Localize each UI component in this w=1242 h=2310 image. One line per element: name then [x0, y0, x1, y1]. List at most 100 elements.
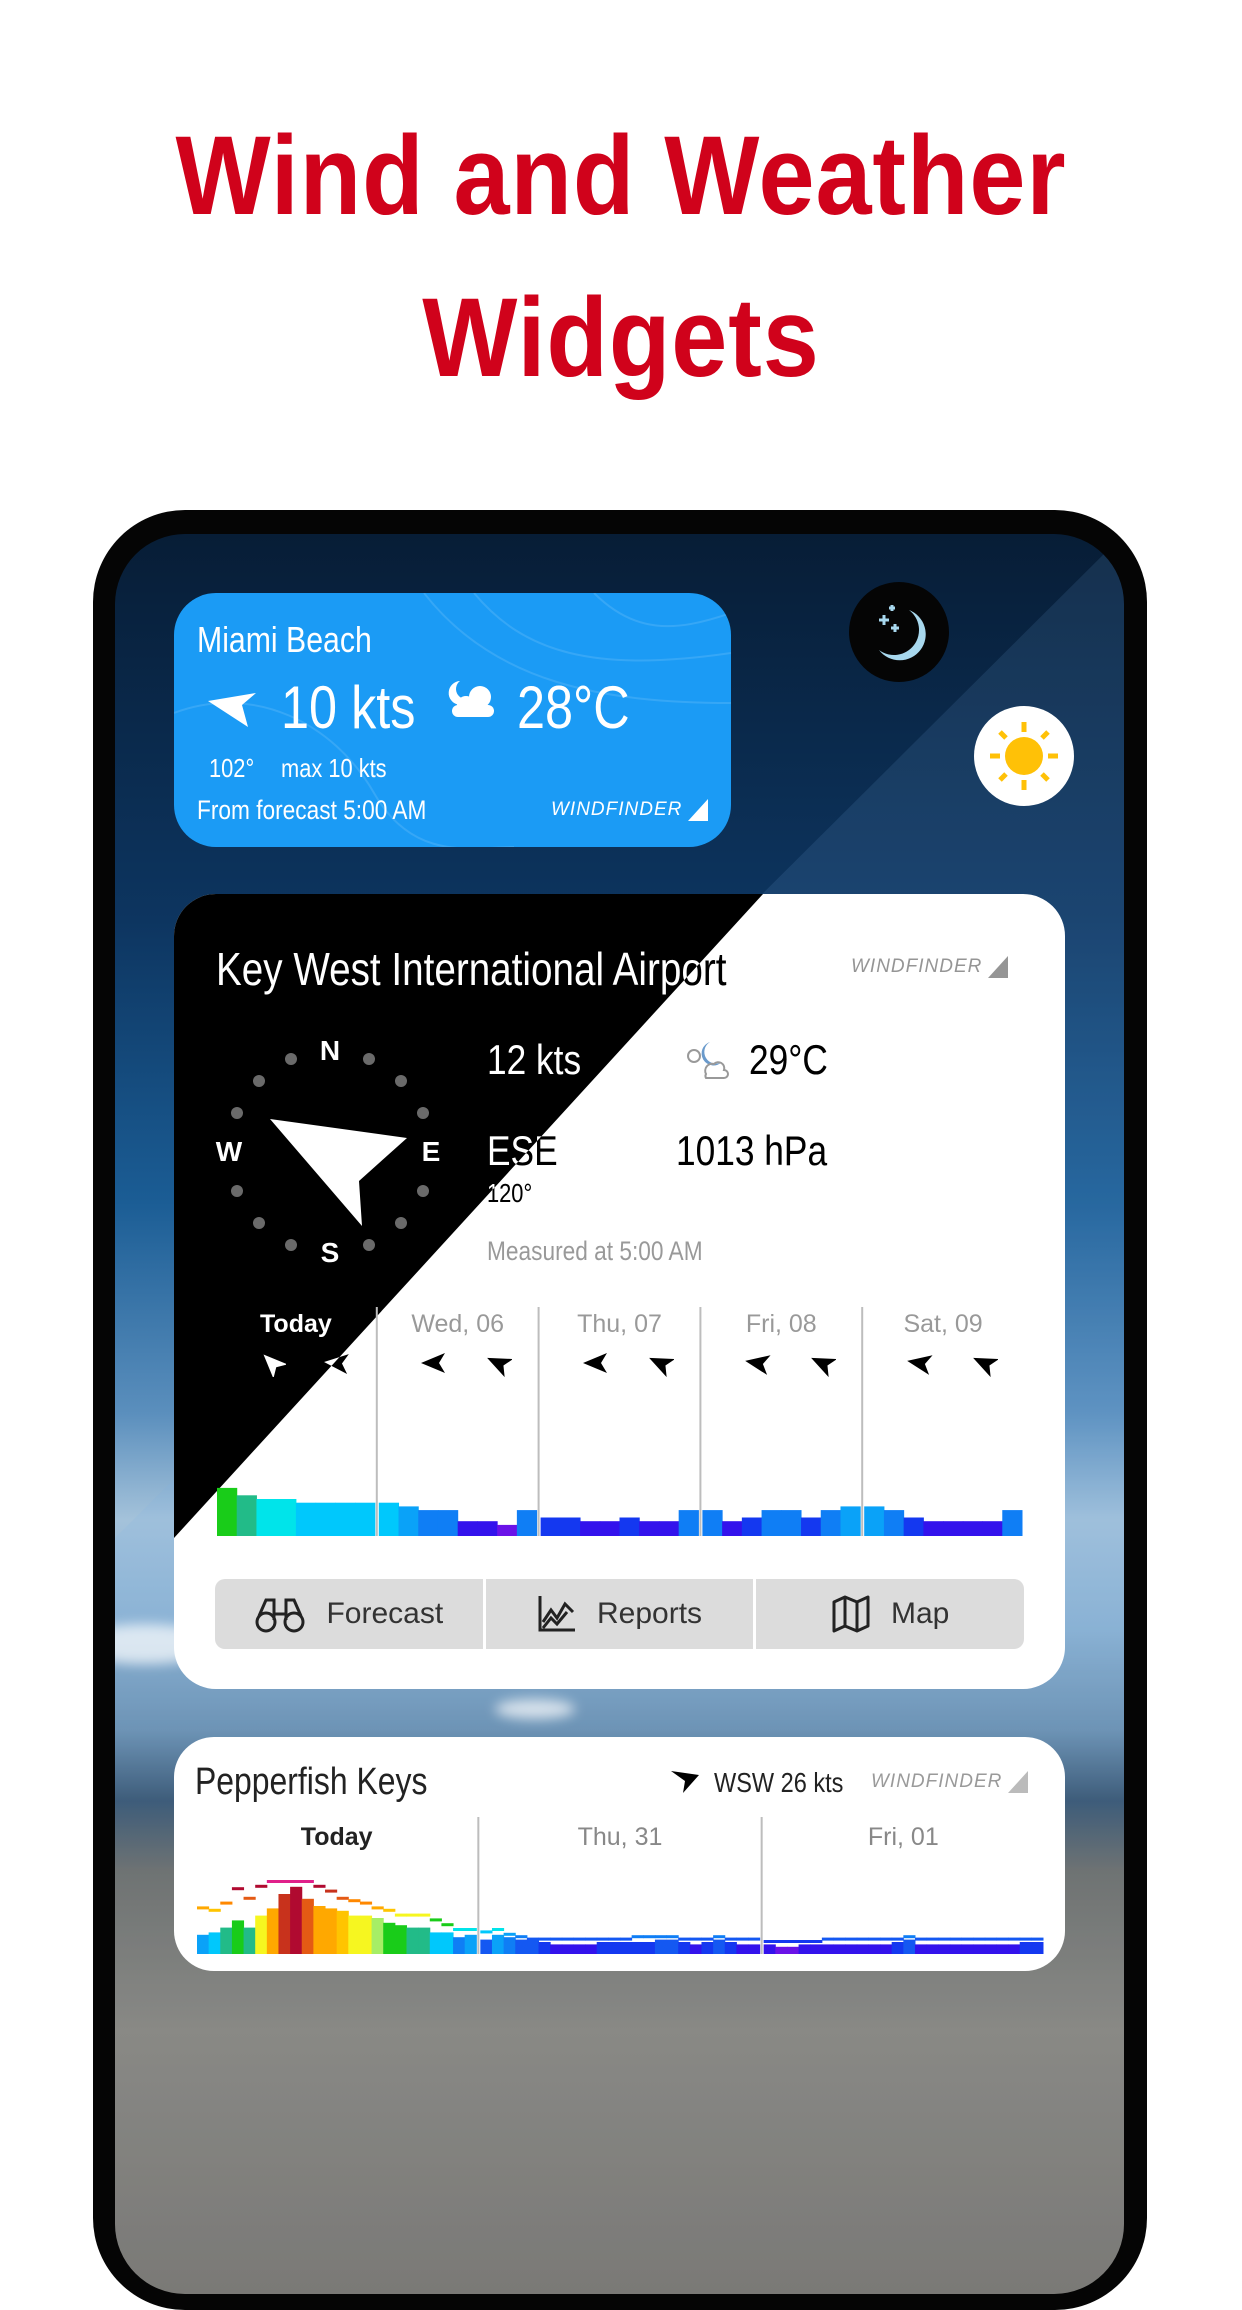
- wind-bar: [748, 1944, 761, 1954]
- gust-mark: [406, 1913, 419, 1917]
- wind-bar: [1019, 1942, 1032, 1954]
- gust-mark: [325, 1889, 338, 1893]
- gust-mark: [371, 1906, 384, 1910]
- gust-mark: [453, 1928, 466, 1931]
- wind-bar: [619, 1517, 640, 1536]
- wind-direction-arrow-icon: [208, 693, 256, 727]
- gust-mark: [748, 1937, 761, 1941]
- wind-bar: [394, 1925, 407, 1954]
- wind-bar: [786, 1946, 800, 1954]
- dark-theme-button[interactable]: [849, 582, 949, 682]
- wind-bar: [658, 1521, 680, 1536]
- gust-mark: [701, 1937, 714, 1941]
- wind-bar: [503, 1937, 516, 1954]
- wind-bar: [821, 1944, 834, 1954]
- gust-mark: [503, 1932, 516, 1936]
- wind-bar: [301, 1898, 314, 1954]
- gust-mark: [666, 1935, 679, 1939]
- wind-bar: [497, 1524, 518, 1536]
- gust-mark: [348, 1899, 361, 1903]
- max-wind: max 10 kts: [281, 753, 387, 783]
- wind-bar: [585, 1944, 598, 1954]
- wind-bar: [596, 1942, 609, 1954]
- headline-line-2: Widgets: [422, 275, 820, 400]
- wind-bar: [914, 1944, 928, 1954]
- wind-direction-degrees: 102°: [209, 753, 255, 783]
- reports-button[interactable]: Reports: [485, 1579, 754, 1649]
- pepperfish-keys-widget[interactable]: Pepperfish Keys WSW 26 kts WINDFINDER To…: [174, 1737, 1065, 1971]
- wind-bar: [560, 1517, 581, 1536]
- wind-bar: [255, 1915, 268, 1954]
- gust-mark: [383, 1908, 396, 1912]
- wind-bar: [383, 1922, 396, 1954]
- wind-bar: [406, 1927, 419, 1954]
- wind-bar: [313, 1906, 326, 1954]
- gust-mark: [561, 1937, 574, 1941]
- map-button[interactable]: Map: [756, 1579, 1025, 1649]
- wind-bar: [724, 1942, 737, 1954]
- wind-bar: [243, 1927, 256, 1954]
- wind-bar: [880, 1944, 893, 1954]
- day-divider: [861, 1307, 864, 1536]
- wind-bar: [526, 1939, 540, 1954]
- wind-bar: [540, 1517, 561, 1536]
- wind-bar: [801, 1517, 822, 1536]
- gust-mark: [845, 1937, 858, 1941]
- forecast-label: Forecast: [326, 1597, 444, 1630]
- miami-beach-widget[interactable]: Miami Beach 10 kts 28°C 102° max 10 kts …: [174, 593, 731, 847]
- wind-bar: [491, 1934, 505, 1954]
- wind-bar: [923, 1521, 944, 1536]
- wind-bar: [741, 1517, 763, 1536]
- gust-mark: [810, 1940, 823, 1943]
- gust-mark: [231, 1887, 245, 1891]
- wind-bar: [775, 1946, 788, 1954]
- gust-mark: [856, 1937, 869, 1941]
- sun-icon: [990, 722, 1058, 790]
- gust-mark: [631, 1935, 644, 1939]
- wind-bar: [639, 1521, 660, 1536]
- gust-mark: [961, 1937, 974, 1941]
- gust-mark: [1019, 1937, 1032, 1941]
- light-theme-button[interactable]: [974, 706, 1074, 806]
- wind-bar: [550, 1944, 563, 1954]
- wind-bar: [926, 1944, 939, 1954]
- gust-mark: [678, 1937, 691, 1941]
- gust-mark: [394, 1913, 407, 1917]
- gust-mark: [891, 1937, 904, 1941]
- wind-bar: [208, 1932, 221, 1954]
- wind-bar: [236, 1495, 257, 1536]
- gust-mark: [643, 1935, 656, 1939]
- gust-mark: [763, 1940, 776, 1943]
- headline-line-1: Wind and Weather: [175, 113, 1067, 238]
- cloud: [495, 1699, 575, 1719]
- gust-mark: [464, 1928, 477, 1931]
- forecast-button[interactable]: Forecast: [215, 1579, 483, 1649]
- gust-mark: [573, 1937, 586, 1941]
- wind-bar: [1008, 1944, 1021, 1954]
- wind-bar: [418, 1510, 439, 1536]
- gust-mark: [996, 1937, 1009, 1941]
- gust-mark: [526, 1937, 540, 1941]
- wind-bar: [1031, 1942, 1044, 1954]
- wind-bar: [256, 1499, 277, 1536]
- wind-bar: [398, 1506, 419, 1536]
- gust-mark: [290, 1880, 303, 1883]
- gust-mark: [903, 1935, 916, 1939]
- windfinder-logo: WINDFINDER: [551, 799, 710, 821]
- gust-mark: [550, 1937, 563, 1941]
- wind-bar: [840, 1506, 861, 1536]
- day-divider: [375, 1307, 378, 1536]
- temperature: 28°C: [517, 674, 630, 741]
- moon-cloud-icon: [448, 681, 494, 717]
- wind-bar: [949, 1944, 963, 1954]
- wind-bar: [702, 1510, 723, 1536]
- gust-mark: [336, 1896, 349, 1900]
- wind-bar: [643, 1942, 656, 1954]
- chart-line-icon: [538, 1596, 575, 1632]
- key-west-widget[interactable]: Key West International Airport WINDFINDE…: [174, 894, 1065, 1689]
- wind-bar: [599, 1521, 620, 1536]
- wind-bar: [689, 1944, 702, 1954]
- day-divider: [699, 1307, 702, 1536]
- wind-bar: [701, 1942, 714, 1954]
- gust-mark: [220, 1901, 233, 1905]
